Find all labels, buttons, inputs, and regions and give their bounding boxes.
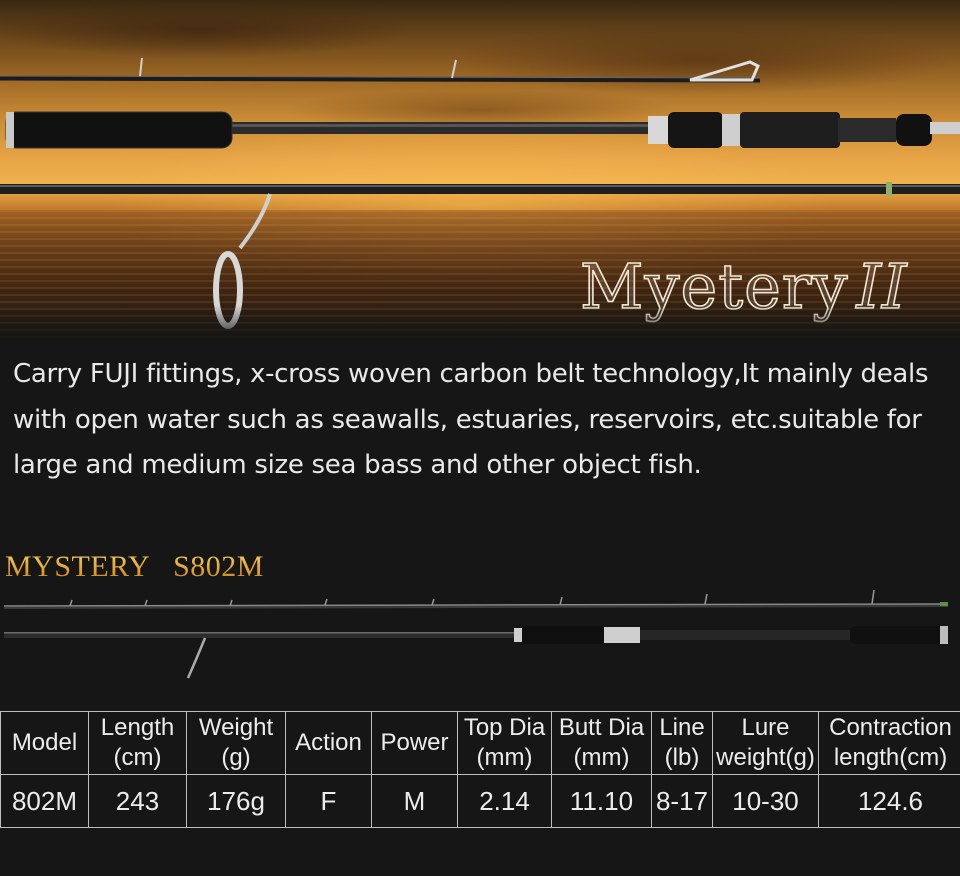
ferrule-wrap: [886, 182, 892, 196]
cell-butt-dia: 11.10: [551, 774, 652, 828]
product-butt-cap: [940, 626, 948, 644]
reel-seat-hood: [722, 114, 740, 146]
cell-lure-weight: 10-30: [712, 774, 819, 828]
cell-action: F: [285, 774, 372, 828]
reel-seat-nut: [838, 118, 896, 142]
cell-top-dia: 2.14: [457, 774, 552, 828]
header-lure-weight: Lure weight(g): [712, 711, 819, 775]
spec-table: Model Length (cm) Weight (g) Action Powe…: [0, 711, 960, 828]
butt-cap: [6, 112, 14, 148]
fore-grip: [896, 114, 932, 146]
header-power: Power: [371, 711, 458, 775]
product-stripper-guide-icon: [186, 637, 207, 679]
spec-header-row: Model Length (cm) Weight (g) Action Powe…: [0, 711, 960, 775]
rod-blank: [230, 122, 650, 134]
header-contraction-length: Contraction length(cm): [818, 711, 960, 775]
cell-power: M: [371, 774, 458, 828]
small-guides-icon: [69, 590, 875, 607]
winding-check: [930, 122, 960, 134]
header-action: Action: [285, 711, 372, 775]
rod-blank-highlight: [230, 124, 650, 127]
header-length: Length (cm): [88, 711, 187, 775]
header-weight: Weight (g): [186, 711, 286, 775]
product-rear-grip: [850, 626, 946, 644]
rear-grip: [5, 111, 233, 149]
hero-banner: Myetery II: [0, 0, 960, 345]
product-handle-shaft: [640, 630, 850, 640]
reel-seat-ring: [648, 116, 668, 144]
header-model: Model: [0, 711, 89, 775]
rod-tip-section: [0, 75, 761, 83]
table-row: 802M 243 176g F M 2.14 11.10 8-17 10-30 …: [0, 774, 960, 828]
cell-line: 8-17: [651, 774, 713, 828]
product-grip-front: [522, 626, 604, 644]
cell-weight: 176g: [186, 774, 286, 828]
cell-length: 243: [88, 774, 187, 828]
cell-model: 802M: [0, 774, 89, 828]
product-rod-illustration: [3, 590, 949, 679]
product-description: Carry FUJI fittings, x-cross woven carbo…: [13, 359, 929, 480]
product-reel-seat: [604, 627, 640, 643]
cell-contraction-length: 124.6: [818, 774, 960, 828]
product-reel-ring: [514, 628, 522, 642]
mid-grip: [668, 112, 723, 148]
header-butt-dia: Butt Dia (mm): [551, 711, 652, 775]
header-line: Line (lb): [651, 711, 713, 775]
reel-seat: [740, 112, 840, 148]
header-top-dia: Top Dia (mm): [457, 711, 552, 775]
hero-fade: [0, 305, 960, 345]
butt-blank-highlight: [4, 632, 520, 634]
model-title: MYSTERY S802M: [5, 550, 264, 583]
tip-top: [940, 602, 948, 606]
rod-butt-highlight: [0, 185, 960, 187]
